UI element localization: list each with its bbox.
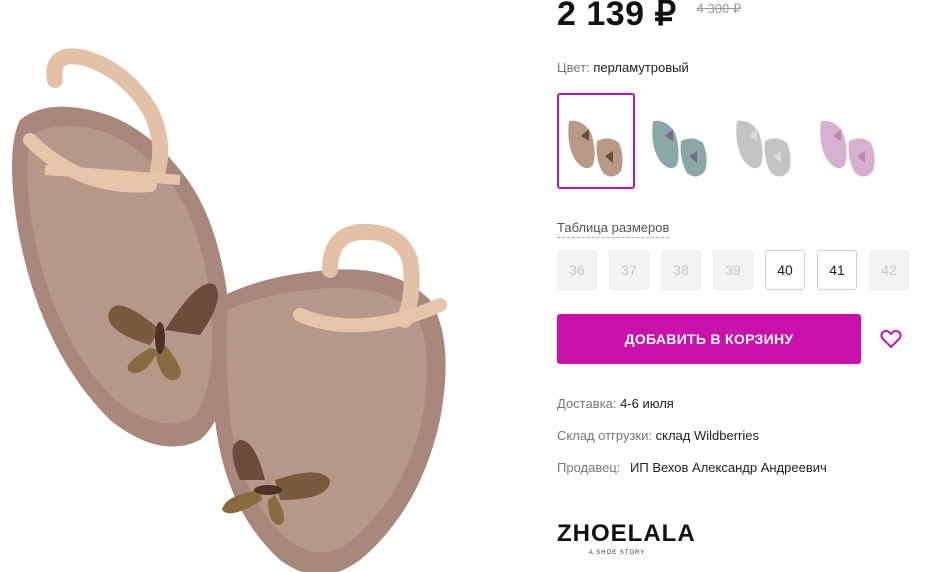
sandal-rose-icon: [568, 120, 623, 177]
size-option-39[interactable]: 39: [713, 250, 753, 290]
warehouse-value: склад Wildberries: [655, 428, 759, 443]
color-swatch-rose[interactable]: [557, 93, 635, 189]
size-option-40[interactable]: 40: [765, 250, 805, 290]
heart-icon[interactable]: [879, 327, 903, 351]
size-option-41[interactable]: 41: [817, 250, 857, 290]
delivery-label: Доставка:: [557, 396, 617, 411]
size-option-36[interactable]: 36: [557, 250, 597, 290]
old-price: 4 300 ₽: [696, 1, 742, 16]
brand-tagline: A SHOE STORY: [588, 550, 646, 556]
color-label: Цвет:: [557, 60, 590, 75]
sandal-clear-icon: [736, 120, 791, 177]
sandal-teal-icon: [652, 120, 707, 177]
seller-label: Продавец:: [557, 460, 621, 475]
size-selector: 36 37 38 39 40 41 42: [557, 250, 921, 290]
current-price: 2 139 ₽: [557, 0, 677, 33]
color-swatch-pink[interactable]: [809, 93, 887, 189]
delivery-value: 4-6 июля: [620, 396, 674, 411]
seller-info: Продавец: ИП Вехов Александр Андреевич: [557, 460, 827, 475]
color-swatch-teal[interactable]: [641, 93, 719, 189]
size-option-37[interactable]: 37: [609, 250, 649, 290]
size-option-42[interactable]: 42: [869, 250, 909, 290]
product-main-image[interactable]: [0, 0, 500, 572]
brand-name: ZHOELALA: [557, 520, 696, 547]
color-row: Цвет: перламутровый: [557, 60, 689, 75]
add-to-cart-button[interactable]: ДОБАВИТЬ В КОРЗИНУ: [557, 314, 861, 364]
warehouse-label: Склад отгрузки:: [557, 428, 652, 443]
delivery-info: Доставка: 4-6 июля: [557, 396, 674, 411]
size-option-38[interactable]: 38: [661, 250, 701, 290]
product-info-panel: 2 139 ₽ 4 300 ₽ Цвет: перламутровый Табл…: [557, 0, 937, 572]
color-swatches: [557, 93, 893, 189]
brand-logo[interactable]: ZHOELALA A SHOE STORY: [557, 520, 696, 556]
color-swatch-clear[interactable]: [725, 93, 803, 189]
warehouse-info: Склад отгрузки: склад Wildberries: [557, 428, 759, 443]
price-row: 2 139 ₽ 4 300 ₽: [557, 0, 741, 34]
sandal-back-illustration: [11, 48, 231, 447]
sandal-pink-icon: [820, 120, 875, 177]
color-value: перламутровый: [593, 60, 689, 75]
sandal-front-illustration: [212, 223, 447, 572]
seller-value[interactable]: ИП Вехов Александр Андреевич: [630, 460, 827, 475]
size-table-link[interactable]: Таблица размеров: [557, 220, 670, 238]
